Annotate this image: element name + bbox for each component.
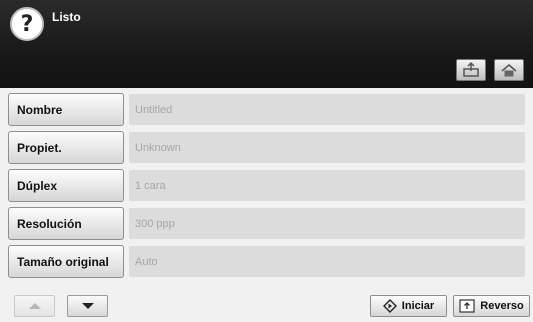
duplex-button[interactable]: Dúplex <box>8 169 124 202</box>
propiet-button[interactable]: Propiet. <box>8 131 124 164</box>
home-icon <box>501 63 517 77</box>
resolucion-value: 300 ppp <box>129 208 525 239</box>
reverse-icon <box>459 299 475 313</box>
nombre-button[interactable]: Nombre <box>8 93 124 126</box>
tray-button[interactable] <box>456 59 486 81</box>
param-row-propiet: Propiet. Unknown <box>8 131 525 164</box>
reverse-label: Reverso <box>480 300 524 312</box>
resolucion-button[interactable]: Resolución <box>8 207 124 240</box>
start-icon <box>382 299 397 313</box>
home-button[interactable] <box>494 59 524 81</box>
scroll-down-button[interactable] <box>67 295 108 317</box>
reverse-button[interactable]: Reverso <box>453 295 530 317</box>
param-row-duplex: Dúplex 1 cara <box>8 169 525 202</box>
header-bar: ? Listo <box>0 0 533 88</box>
start-label: Iniciar <box>401 300 435 312</box>
param-row-resolucion: Resolución 300 ppp <box>8 207 525 240</box>
propiet-value: Unknown <box>129 132 525 163</box>
start-button[interactable]: Iniciar <box>370 295 447 317</box>
scroll-up-button[interactable] <box>14 295 55 317</box>
duplex-value: 1 cara <box>129 170 525 201</box>
help-icon: ? <box>20 11 34 37</box>
param-row-nombre: Nombre Untitled <box>8 93 525 126</box>
status-title: Listo <box>52 10 81 24</box>
param-row-tamano-original: Tamaño original Auto <box>8 245 525 278</box>
arrow-down-icon <box>81 303 94 309</box>
tray-icon <box>463 61 479 77</box>
arrow-up-icon <box>28 303 41 309</box>
nombre-value: Untitled <box>129 94 525 125</box>
tamano-original-value: Auto <box>129 246 525 277</box>
tamano-original-button[interactable]: Tamaño original <box>8 245 124 278</box>
help-button[interactable]: ? <box>10 7 44 41</box>
